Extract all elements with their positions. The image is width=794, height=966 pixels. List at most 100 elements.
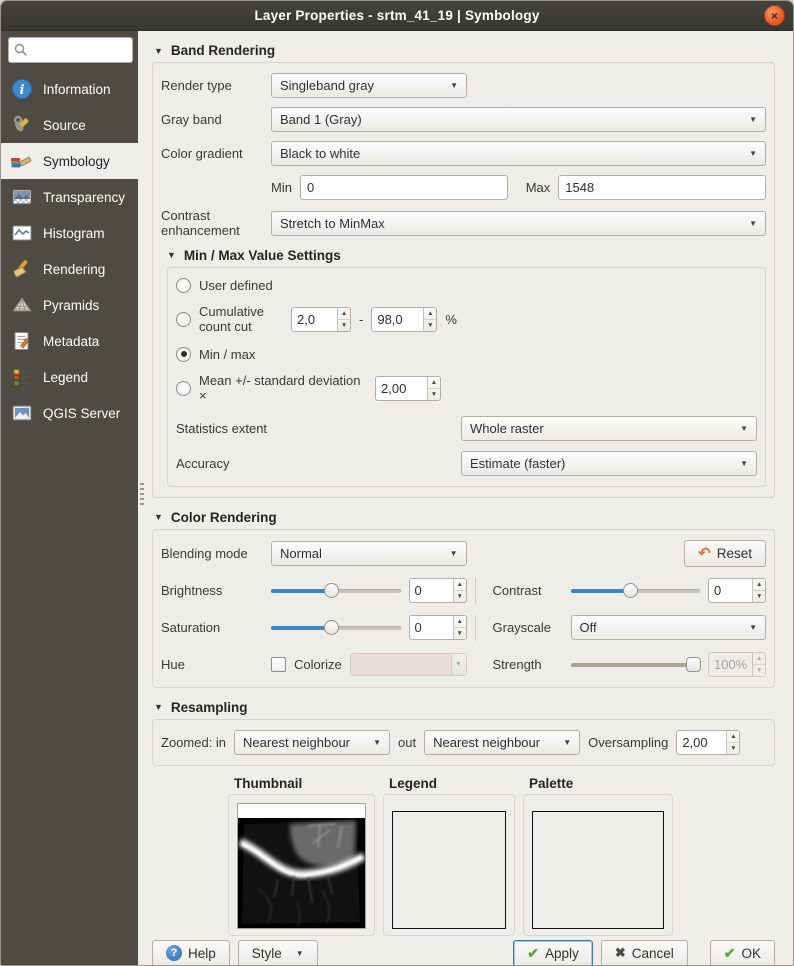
saturation-slider[interactable] <box>271 620 401 635</box>
sidebar-item-pyramids[interactable]: Pyramids <box>1 287 138 323</box>
spin-up-icon[interactable]: ▲ <box>454 616 466 628</box>
titlebar[interactable]: Layer Properties - srtm_41_19 | Symbolog… <box>1 1 793 31</box>
help-button[interactable]: ? Help <box>152 940 230 966</box>
sidebar-item-information[interactable]: i Information <box>1 71 138 107</box>
spinner-arrows[interactable]: ▲▼ <box>337 308 350 331</box>
spin-value[interactable] <box>376 377 427 400</box>
legend-icon <box>10 365 34 389</box>
gray-band-combobox[interactable]: Band 1 (Gray) ▼ <box>271 107 766 132</box>
spin-up-icon[interactable]: ▲ <box>753 579 765 591</box>
band-rendering-header[interactable]: ▼ Band Rendering <box>154 43 775 58</box>
spin-up-icon[interactable]: ▲ <box>753 653 765 665</box>
style-button[interactable]: Style ▼ <box>238 940 318 966</box>
spin-value[interactable] <box>709 579 752 602</box>
min-input[interactable] <box>300 175 508 200</box>
reset-button[interactable]: ↶ Reset <box>684 540 766 567</box>
spin-value[interactable] <box>410 579 453 602</box>
spin-up-icon[interactable]: ▲ <box>428 377 440 389</box>
sidebar-item-symbology[interactable]: Symbology <box>1 143 138 179</box>
sidebar-item-source[interactable]: Source <box>1 107 138 143</box>
mean-std-radio[interactable] <box>176 381 191 396</box>
spinner-arrows[interactable]: ▲▼ <box>752 653 765 676</box>
resampling-header[interactable]: ▼ Resampling <box>154 700 775 715</box>
slider-thumb[interactable] <box>324 620 339 635</box>
render-type-combobox[interactable]: Singleband gray ▼ <box>271 73 467 98</box>
search-box[interactable] <box>8 37 133 63</box>
strength-spinbox[interactable]: ▲▼ <box>708 652 766 677</box>
slider-track[interactable] <box>571 663 701 667</box>
saturation-spinbox[interactable]: ▲▼ <box>409 615 467 640</box>
sidebar-item-histogram[interactable]: Histogram <box>1 215 138 251</box>
sidebar-item-label: QGIS Server <box>43 406 120 421</box>
spin-up-icon[interactable]: ▲ <box>727 731 739 743</box>
spin-up-icon[interactable]: ▲ <box>424 308 436 320</box>
spin-down-icon[interactable]: ▼ <box>727 743 739 754</box>
spin-down-icon[interactable]: ▼ <box>454 628 466 639</box>
color-rendering-header[interactable]: ▼ Color Rendering <box>154 510 775 525</box>
cumulative-high-spinbox[interactable]: ▲▼ <box>371 307 437 332</box>
sidebar-item-metadata[interactable]: Metadata <box>1 323 138 359</box>
contrast-spinbox[interactable]: ▲▼ <box>708 578 766 603</box>
user-defined-radio[interactable] <box>176 278 191 293</box>
spinner-arrows[interactable]: ▲▼ <box>427 377 440 400</box>
slider-thumb[interactable] <box>623 583 638 598</box>
spin-down-icon[interactable]: ▼ <box>338 320 350 331</box>
spinner-arrows[interactable]: ▲▼ <box>752 579 765 602</box>
ok-button[interactable]: ✔ OK <box>710 940 775 966</box>
spin-value[interactable] <box>292 308 337 331</box>
brightness-slider[interactable] <box>271 583 401 598</box>
search-input[interactable] <box>29 43 128 57</box>
spin-up-icon[interactable]: ▲ <box>338 308 350 320</box>
slider-thumb[interactable] <box>324 583 339 598</box>
close-icon: × <box>771 10 778 22</box>
colorize-checkbox[interactable] <box>271 657 286 672</box>
zoomed-out-combobox[interactable]: Nearest neighbour ▼ <box>424 730 580 755</box>
thumbnail-section: Thumbnail <box>228 776 375 936</box>
statistics-extent-combobox[interactable]: Whole raster ▼ <box>461 416 757 441</box>
strength-slider[interactable] <box>571 657 701 672</box>
spin-down-icon[interactable]: ▼ <box>753 665 765 676</box>
slider-thumb[interactable] <box>686 657 701 672</box>
spin-up-icon[interactable]: ▲ <box>454 579 466 591</box>
max-input[interactable] <box>558 175 766 200</box>
spinner-arrows[interactable]: ▲▼ <box>423 308 436 331</box>
spinner-arrows[interactable]: ▲▼ <box>726 731 739 754</box>
cumulative-low-spinbox[interactable]: ▲▼ <box>291 307 351 332</box>
spin-down-icon[interactable]: ▼ <box>428 389 440 400</box>
spinner-arrows[interactable]: ▲▼ <box>453 616 466 639</box>
spin-value[interactable] <box>410 616 453 639</box>
spin-down-icon[interactable]: ▼ <box>753 591 765 602</box>
cancel-button[interactable]: ✖ Cancel <box>601 940 688 966</box>
spin-down-icon[interactable]: ▼ <box>424 320 436 331</box>
spin-value[interactable] <box>372 308 423 331</box>
sidebar-item-transparency[interactable]: Transparency <box>1 179 138 215</box>
minmax-settings-header[interactable]: ▼ Min / Max Value Settings <box>167 248 766 263</box>
sidebar-item-rendering[interactable]: Rendering <box>1 251 138 287</box>
color-gradient-combobox[interactable]: Black to white ▼ <box>271 141 766 166</box>
brightness-spinbox[interactable]: ▲▼ <box>409 578 467 603</box>
std-multiplier-spinbox[interactable]: ▲▼ <box>375 376 441 401</box>
spinner-arrows[interactable]: ▲▼ <box>453 579 466 602</box>
blending-mode-combobox[interactable]: Normal ▼ <box>271 541 467 566</box>
close-button[interactable]: × <box>764 5 785 26</box>
spin-value[interactable] <box>709 653 752 676</box>
min-max-radio[interactable] <box>176 347 191 362</box>
oversampling-spinbox[interactable]: ▲▼ <box>676 730 740 755</box>
splitter-handle[interactable] <box>140 483 144 505</box>
info-icon: i <box>10 77 34 101</box>
strength-label: Strength <box>493 657 563 672</box>
contrast-slider[interactable] <box>571 583 701 598</box>
accuracy-combobox[interactable]: Estimate (faster) ▼ <box>461 451 757 476</box>
sidebar-item-qgis-server[interactable]: QGIS Server <box>1 395 138 431</box>
spin-value[interactable] <box>677 731 726 754</box>
spin-down-icon[interactable]: ▼ <box>454 591 466 602</box>
cumulative-count-cut-radio[interactable] <box>176 312 191 327</box>
grayscale-combobox[interactable]: Off ▼ <box>571 615 767 640</box>
contrast-enhancement-combobox[interactable]: Stretch to MinMax ▼ <box>271 211 766 236</box>
colorize-color-swatch[interactable]: ▼ <box>350 653 467 676</box>
sidebar-item-label: Rendering <box>43 262 105 277</box>
chevron-down-icon: ▼ <box>749 219 757 228</box>
zoomed-in-combobox[interactable]: Nearest neighbour ▼ <box>234 730 390 755</box>
sidebar-item-legend[interactable]: Legend <box>1 359 138 395</box>
apply-button[interactable]: ✔ Apply <box>513 940 593 966</box>
